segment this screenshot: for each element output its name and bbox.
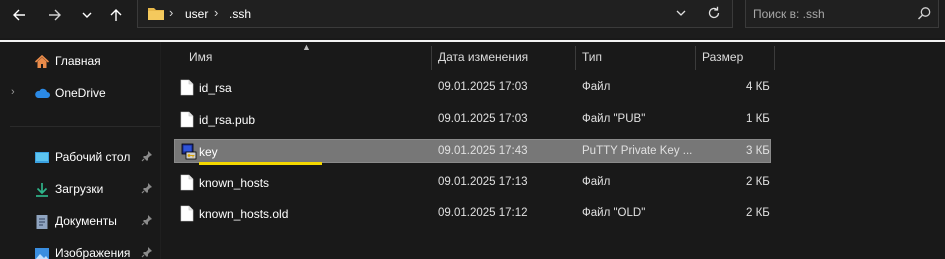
sidebar-item-label: OneDrive (55, 86, 106, 100)
up-button[interactable] (102, 4, 130, 26)
file-size: 3 КБ (746, 145, 770, 157)
sidebar-item-home[interactable]: Главная (0, 48, 161, 74)
sidebar-item-pictures[interactable]: Изображения (0, 240, 161, 259)
column-header-date[interactable]: Дата изменения (432, 45, 575, 69)
column-header-name[interactable]: Имя (183, 45, 431, 69)
sidebar-separator (10, 126, 160, 127)
breadcrumb-user[interactable]: user (185, 7, 208, 21)
column-header-type[interactable]: Тип (576, 45, 695, 69)
search-icon[interactable] (917, 6, 932, 21)
file-name: id_rsa.pub (199, 113, 256, 127)
file-type: Файл (582, 176, 611, 188)
navigation-bar: › user › .ssh (0, 0, 945, 38)
sidebar-item-label: Главная (55, 54, 101, 68)
arrow-left-icon (13, 9, 25, 21)
file-name: id_rsa (199, 81, 232, 95)
file-date: 09.01.2025 17:12 (438, 207, 528, 219)
arrow-up-icon (110, 9, 122, 21)
table-row[interactable]: known_hosts.old 09.01.2025 17:12 Файл "O… (174, 202, 771, 226)
sidebar-item-onedrive[interactable]: › OneDrive (0, 80, 161, 106)
cloud-icon (35, 88, 50, 98)
address-bar[interactable]: › user › .ssh (137, 0, 733, 28)
folder-icon (148, 8, 164, 20)
file-name: known_hosts.old (199, 207, 289, 221)
file-name: key (199, 145, 218, 159)
sidebar-item-downloads[interactable]: Загрузки (0, 176, 161, 202)
file-date: 09.01.2025 17:03 (438, 81, 528, 93)
table-row[interactable]: known_hosts 09.01.2025 17:13 Файл 2 КБ (174, 171, 771, 195)
putty-key-icon (181, 143, 197, 160)
chevron-down-icon (82, 12, 92, 18)
sidebar-item-desktop[interactable]: Рабочий стол (0, 144, 161, 170)
sidebar-item-label: Документы (55, 214, 117, 228)
file-date: 09.01.2025 17:03 (438, 113, 528, 125)
file-list: ▲ Имя Дата изменения Тип Размер id_rsa 0… (161, 42, 945, 259)
sidebar-item-label: Загрузки (55, 182, 104, 196)
column-header-size[interactable]: Размер (696, 45, 774, 69)
file-size: 4 КБ (746, 81, 770, 93)
table-row[interactable]: id_rsa 09.01.2025 17:03 Файл 4 КБ (174, 76, 771, 100)
forward-button[interactable] (41, 4, 69, 26)
pin-icon[interactable] (141, 214, 153, 226)
pin-icon[interactable] (141, 150, 153, 162)
back-button[interactable] (5, 4, 33, 26)
sidebar-item-label: Рабочий стол (55, 150, 131, 164)
file-name: known_hosts (199, 176, 270, 190)
column-divider[interactable] (774, 46, 775, 70)
home-icon (34, 54, 50, 68)
file-size: 2 КБ (746, 176, 770, 188)
download-icon (36, 183, 48, 197)
highlight-underline (199, 162, 322, 165)
breadcrumb-separator: › (214, 5, 219, 20)
file-size: 1 КБ (746, 113, 770, 125)
pin-icon[interactable] (141, 182, 153, 194)
arrow-right-icon (49, 9, 61, 21)
file-icon (180, 174, 194, 191)
chevron-right-icon[interactable]: › (11, 86, 15, 98)
navigation-pane: Главная › OneDrive Рабочий стол Загрузки (0, 42, 161, 259)
breadcrumb-separator: › (169, 5, 174, 20)
file-icon (180, 111, 194, 128)
sidebar-item-label: Изображения (55, 246, 131, 259)
file-icon (180, 79, 194, 96)
file-date: 09.01.2025 17:13 (438, 176, 528, 188)
pin-icon[interactable] (141, 246, 153, 258)
search-input[interactable] (753, 6, 913, 22)
file-type: Файл "OLD" (582, 207, 646, 219)
table-row[interactable]: id_rsa.pub 09.01.2025 17:03 Файл "PUB" 1… (174, 108, 771, 132)
address-history-chevron-icon[interactable] (674, 6, 688, 20)
image-icon (35, 248, 49, 259)
file-type: Файл (582, 81, 611, 93)
file-type: PuTTY Private Key ... (582, 145, 693, 157)
file-size: 2 КБ (746, 207, 770, 219)
desktop-icon (35, 152, 49, 163)
refresh-icon[interactable] (706, 5, 722, 21)
file-type: Файл "PUB" (582, 113, 646, 125)
recent-locations-button[interactable] (73, 4, 101, 26)
document-icon (36, 215, 48, 229)
sidebar-item-documents[interactable]: Документы (0, 208, 161, 234)
file-icon (180, 205, 194, 222)
search-box (745, 0, 939, 28)
file-date: 09.01.2025 17:43 (438, 145, 528, 157)
breadcrumb-ssh[interactable]: .ssh (229, 7, 251, 21)
table-row-selected[interactable]: key 09.01.2025 17:43 PuTTY Private Key .… (174, 139, 771, 165)
